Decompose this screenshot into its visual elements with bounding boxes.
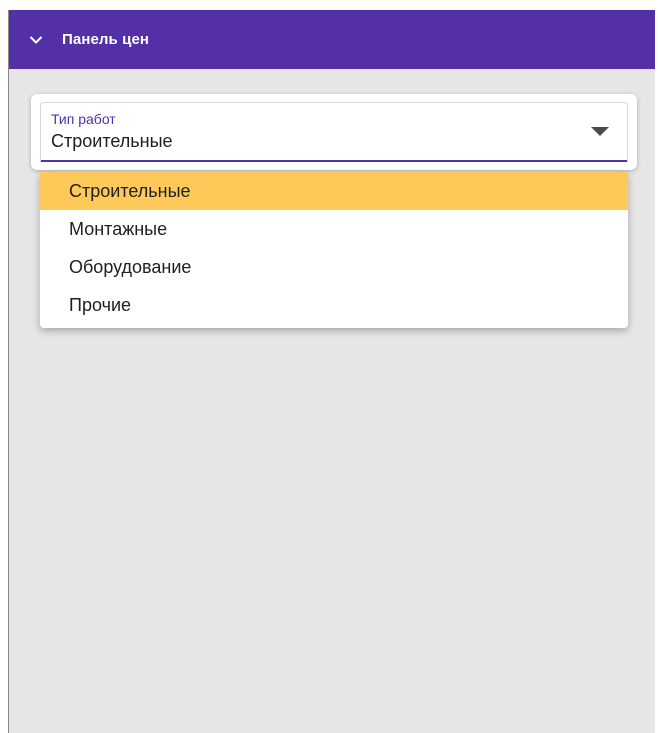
select-underline [41, 160, 627, 162]
work-type-select[interactable]: Тип работ Строительные [40, 102, 628, 162]
price-panel: Панель цен Тип работ Строительные Строит… [8, 10, 655, 733]
work-type-menu: Строительные Монтажные Оборудование Проч… [40, 172, 628, 328]
panel-header[interactable]: Панель цен [9, 10, 655, 69]
menu-item-other[interactable]: Прочие [40, 286, 628, 324]
work-type-value: Строительные [51, 131, 173, 151]
menu-item-installation[interactable]: Монтажные [40, 210, 628, 248]
work-type-label: Тип работ [51, 111, 116, 127]
chevron-down-icon[interactable] [28, 32, 44, 48]
dropdown-arrow-icon[interactable] [591, 127, 609, 136]
work-type-select-card: Тип работ Строительные [31, 94, 637, 170]
panel-title: Панель цен [62, 31, 150, 48]
menu-item-equipment[interactable]: Оборудование [40, 248, 628, 286]
menu-item-construction[interactable]: Строительные [40, 172, 628, 210]
